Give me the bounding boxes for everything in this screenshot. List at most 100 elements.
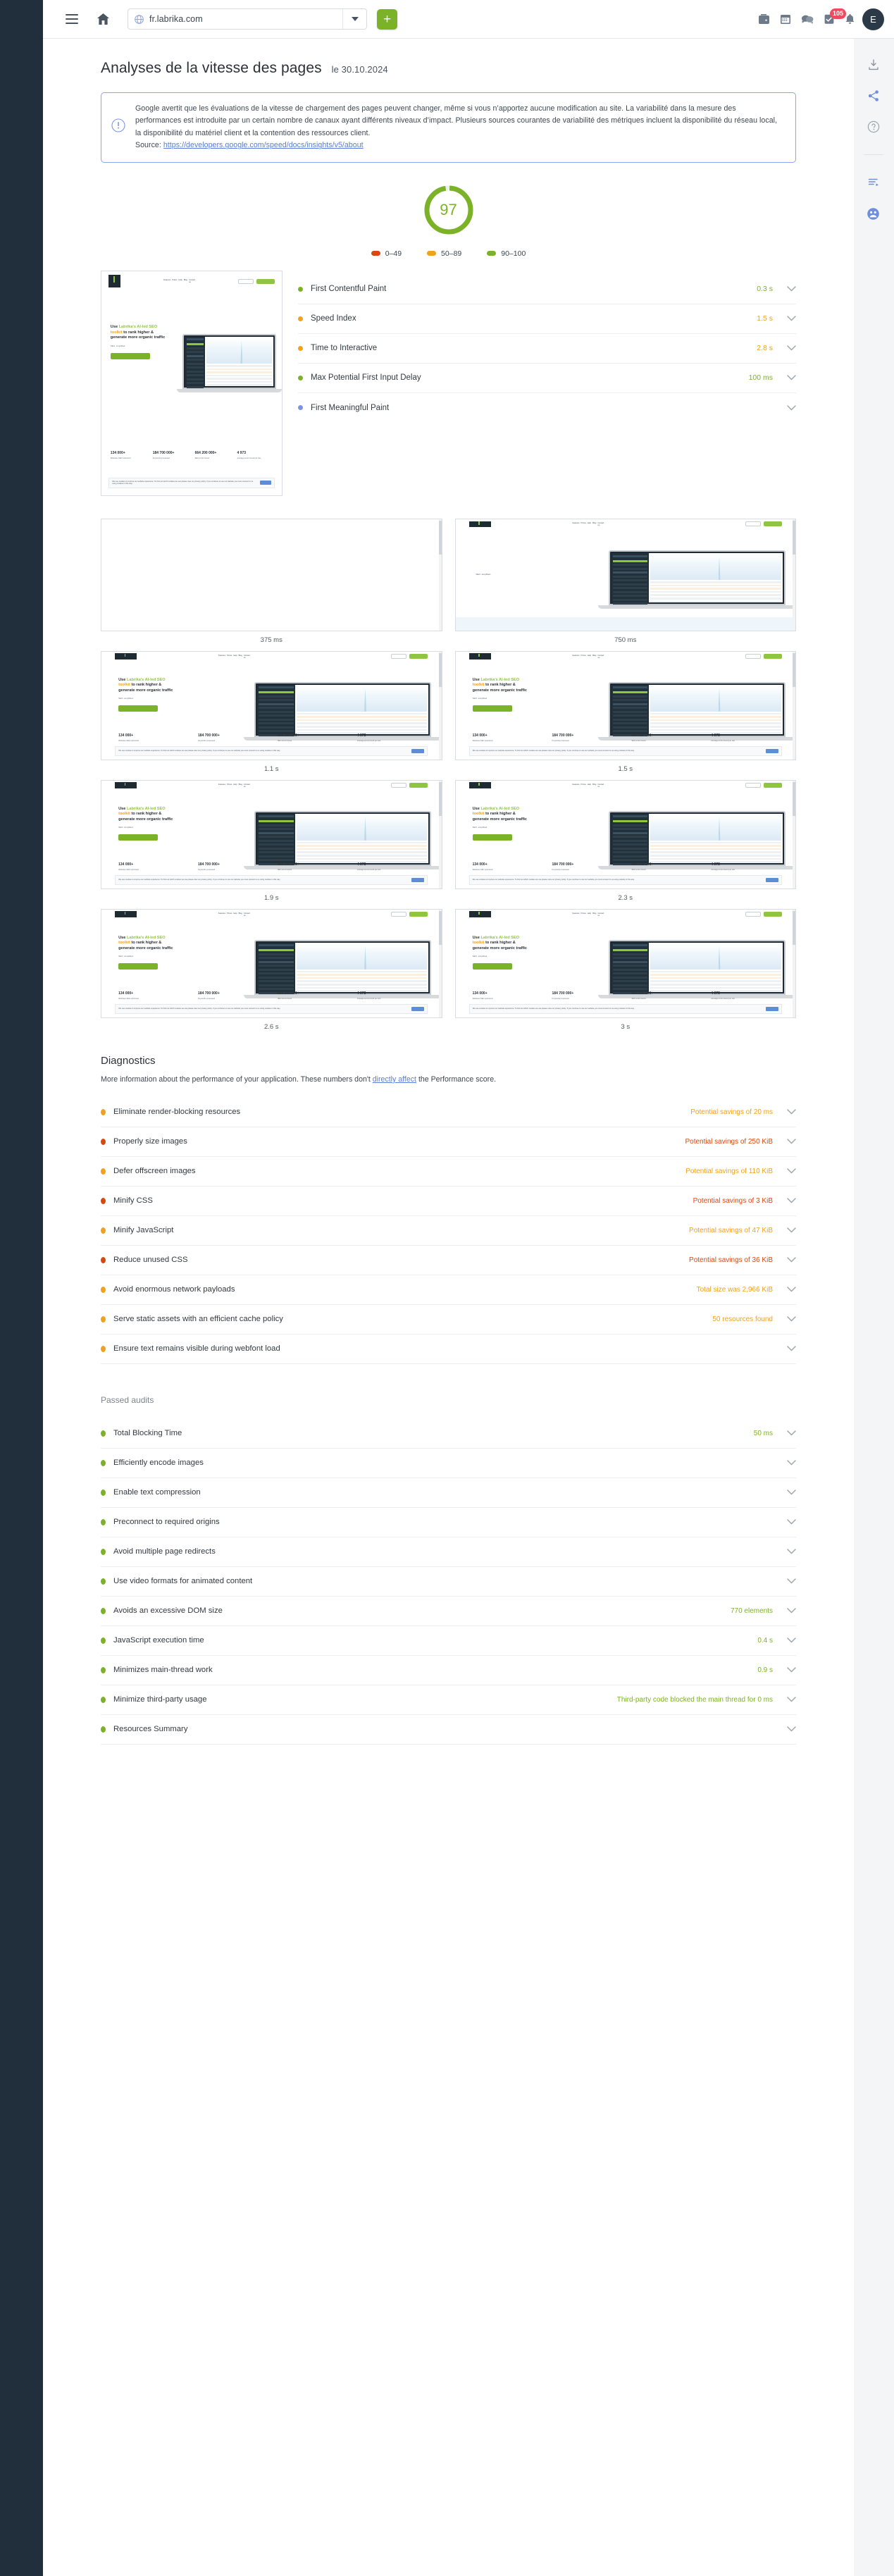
chevron-down-icon[interactable]: [787, 1637, 796, 1643]
filmstrip-cell[interactable]: Features Prices Help Blog Contact us Use Labr…: [454, 779, 796, 902]
site-band: [455, 617, 795, 631]
audit-row[interactable]: Minify JavaScript Potential savings of 47…: [101, 1216, 796, 1246]
metric-row[interactable]: Max Potential First Input Delay 100 ms: [298, 364, 796, 393]
metric-row[interactable]: Speed Index 1.5 s: [298, 304, 796, 334]
frame-scrollbar[interactable]: [438, 780, 442, 888]
audit-row[interactable]: Preconnect to required origins: [101, 1508, 796, 1537]
frame-scrollbar[interactable]: [793, 519, 795, 631]
audit-row[interactable]: JavaScript execution time 0.4 s: [101, 1626, 796, 1656]
chevron-down-icon[interactable]: [787, 1316, 796, 1322]
frame-scrollbar[interactable]: [793, 780, 795, 888]
notice-source-link[interactable]: https://developers.google.com/speed/docs…: [163, 141, 364, 149]
site-nav-item: Contact us: [243, 783, 250, 788]
support-icon[interactable]: [867, 207, 880, 221]
url-bar[interactable]: fr.labrika.com: [128, 8, 367, 30]
directly-affect-link[interactable]: directly affect: [373, 1075, 416, 1084]
audit-row[interactable]: Avoids an excessive DOM size 770 elements: [101, 1597, 796, 1626]
status-dot: [101, 1489, 106, 1496]
audit-row[interactable]: Avoid multiple page redirects: [101, 1537, 796, 1567]
audit-value: Potential savings of 36 KiB: [689, 1256, 773, 1264]
frame-scrollbar[interactable]: [438, 909, 442, 1017]
audit-row[interactable]: Minimizes main-thread work 0.9 s: [101, 1656, 796, 1685]
metric-row[interactable]: First Meaningful Paint: [298, 393, 796, 423]
report-icon[interactable]: [867, 176, 880, 189]
audit-row[interactable]: Avoid enormous network payloads Total siz…: [101, 1275, 796, 1305]
frame-scrollbar[interactable]: [793, 651, 795, 760]
audit-row[interactable]: Enable text compression: [101, 1478, 796, 1508]
chevron-down-icon[interactable]: [787, 1109, 796, 1115]
performance-score: 97 0–49 50–89 90–100: [101, 184, 796, 258]
avatar[interactable]: E: [862, 8, 884, 30]
audit-row[interactable]: Eliminate render-blocking resources Poten…: [101, 1098, 796, 1127]
chevron-down-icon[interactable]: [787, 1139, 796, 1144]
filmstrip-cell[interactable]: Features Prices Help Blog Contact us Use Labr…: [101, 779, 442, 902]
chevron-down-icon[interactable]: [787, 1168, 796, 1174]
site-laptop-image: [177, 333, 282, 392]
audit-row[interactable]: Use video formats for animated content: [101, 1567, 796, 1597]
chevron-down-icon[interactable]: [787, 1460, 796, 1466]
chevron-down-icon[interactable]: [787, 1198, 796, 1203]
chevron-down-icon[interactable]: [787, 1667, 796, 1673]
site-stat-value: 4 973: [356, 991, 366, 996]
audit-row[interactable]: Reduce unused CSS Potential savings of 36…: [101, 1246, 796, 1275]
chevron-down-icon[interactable]: [787, 1578, 796, 1584]
tasks-icon[interactable]: 105: [824, 8, 847, 25]
help-icon[interactable]: [867, 120, 880, 133]
site-headline: Use Labrika's AI-led SEO toolkit to rank …: [472, 677, 528, 693]
audit-row[interactable]: Minimize third-party usage Third-party co…: [101, 1685, 796, 1715]
filmstrip-cell[interactable]: Features Prices Help Blog Contact us Use Labr…: [454, 908, 796, 1031]
download-icon[interactable]: [867, 58, 880, 71]
chevron-down-icon[interactable]: [787, 316, 796, 321]
site-stat-label: Keywords processed: [552, 740, 569, 743]
chevron-down-icon[interactable]: [342, 9, 366, 29]
frame-scrollbar[interactable]: [438, 519, 442, 631]
chevron-down-icon[interactable]: [787, 1287, 796, 1292]
calendar-icon[interactable]: [780, 13, 791, 25]
wallet-icon[interactable]: [758, 13, 770, 25]
chevron-down-icon[interactable]: [787, 1608, 796, 1614]
chat-icon[interactable]: [801, 14, 814, 25]
chevron-down-icon[interactable]: [787, 1726, 796, 1732]
audit-row[interactable]: Properly size images Potential savings of…: [101, 1127, 796, 1157]
filmstrip-cell[interactable]: Features Prices Help Blog Contact us Use Labr…: [101, 908, 442, 1031]
home-icon[interactable]: [91, 7, 115, 31]
audit-row[interactable]: Total Blocking Time 50 ms: [101, 1419, 796, 1449]
chevron-down-icon[interactable]: [787, 1519, 796, 1525]
filmstrip-cell[interactable]: Features Prices Help Blog Contact us SEO, sim…: [454, 518, 796, 644]
filmstrip-frame: Features Prices Help Blog Contact us Use Labr…: [101, 650, 442, 760]
metric-row[interactable]: Time to Interactive 2.8 s: [298, 334, 796, 364]
site-stats: 134 000+ Websites SEO optimized 184 700 00…: [118, 733, 424, 742]
audit-row[interactable]: Resources Summary: [101, 1715, 796, 1745]
audit-row[interactable]: Efficiently encode images: [101, 1449, 796, 1478]
audit-row[interactable]: Ensure text remains visible during webfo…: [101, 1335, 796, 1364]
chevron-down-icon[interactable]: [787, 1227, 796, 1233]
filmstrip-cell[interactable]: Features Prices Help Blog Contact us Use Labr…: [101, 650, 442, 773]
audit-row[interactable]: Serve static assets with an efficient ca…: [101, 1305, 796, 1335]
chevron-down-icon[interactable]: [787, 345, 796, 351]
status-dot: [298, 286, 303, 292]
share-icon[interactable]: [867, 89, 880, 102]
chevron-down-icon[interactable]: [787, 1697, 796, 1702]
chevron-down-icon[interactable]: [787, 286, 796, 292]
chevron-down-icon[interactable]: [787, 1346, 796, 1351]
audit-row[interactable]: Defer offscreen images Potential savings …: [101, 1157, 796, 1187]
chevron-down-icon[interactable]: [787, 1430, 796, 1436]
audit-row[interactable]: Minify CSS Potential savings of 3 KiB: [101, 1187, 796, 1216]
chevron-down-icon[interactable]: [787, 1549, 796, 1554]
audit-value: Potential savings of 3 KiB: [693, 1196, 773, 1205]
bell-icon[interactable]: [845, 13, 855, 25]
site-stat-value: 664 200 000+: [631, 862, 654, 867]
filmstrip-cell[interactable]: Features Prices Help Blog Contact us Use Labr…: [454, 650, 796, 773]
chevron-down-icon[interactable]: [787, 1257, 796, 1263]
hamburger-icon[interactable]: [60, 7, 84, 31]
filmstrip-cell[interactable]: 375 ms: [101, 518, 442, 644]
chevron-down-icon[interactable]: [787, 405, 796, 411]
chevron-down-icon[interactable]: [787, 1490, 796, 1495]
site-stat-value: 134 000+: [118, 733, 134, 738]
frame-scrollbar[interactable]: [793, 909, 795, 1017]
metric-row[interactable]: First Contentful Paint 0.3 s: [298, 275, 796, 304]
site-stat-value: 134 000+: [118, 991, 134, 996]
add-project-button[interactable]: +: [377, 8, 397, 30]
chevron-down-icon[interactable]: [787, 375, 796, 380]
frame-scrollbar[interactable]: [438, 651, 442, 760]
